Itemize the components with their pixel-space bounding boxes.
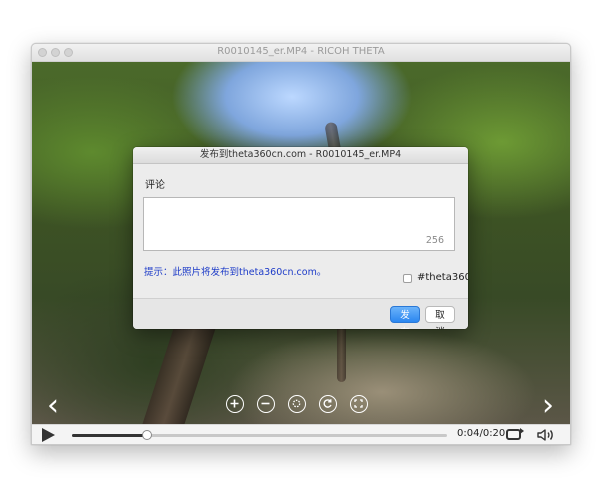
dialog-body: 评论 256 提示：此照片将发布到theta360cn.com。 #theta3… [133, 164, 468, 300]
seek-bar-thumb[interactable] [142, 430, 152, 440]
comment-label: 评论 [145, 180, 165, 191]
dialog-title: 发布到theta360cn.com - R0010145_er.MP4 [133, 147, 468, 164]
hashtag-label: #theta360 [417, 272, 468, 283]
dialog-footer: 发布 取消 [133, 298, 468, 329]
comment-textarea[interactable]: 256 [143, 197, 455, 251]
view-mode-icon[interactable] [288, 395, 306, 413]
volume-icon[interactable] [536, 428, 556, 442]
publish-hint: 提示：此照片将发布到theta360cn.com。 [144, 267, 327, 278]
window-title: R0010145_er.MP4 - RICOH THETA [217, 46, 385, 57]
window-titlebar: R0010145_er.MP4 - RICOH THETA [32, 44, 570, 62]
play-icon[interactable] [42, 428, 55, 442]
publish-dialog: 发布到theta360cn.com - R0010145_er.MP4 评论 2… [133, 147, 468, 329]
publish-button[interactable]: 发布 [390, 306, 420, 329]
zoom-in-icon[interactable] [226, 395, 244, 413]
hashtag-checkbox[interactable] [403, 274, 412, 283]
cancel-button[interactable]: 取消 [425, 306, 455, 329]
previous-arrow-icon[interactable]: ‹ [42, 391, 64, 421]
loop-icon[interactable] [506, 428, 524, 440]
zoom-out-icon[interactable] [257, 395, 275, 413]
seek-bar-progress [72, 434, 147, 437]
viewer-toolbar [226, 395, 368, 413]
next-arrow-icon[interactable]: › [537, 391, 559, 421]
char-count: 256 [425, 235, 444, 246]
rotate-icon[interactable] [319, 395, 337, 413]
fullscreen-icon[interactable] [350, 395, 368, 413]
seek-bar[interactable] [72, 430, 447, 440]
playback-controls: 0:04/0:20 [32, 424, 570, 444]
time-readout: 0:04/0:20 [457, 428, 506, 439]
